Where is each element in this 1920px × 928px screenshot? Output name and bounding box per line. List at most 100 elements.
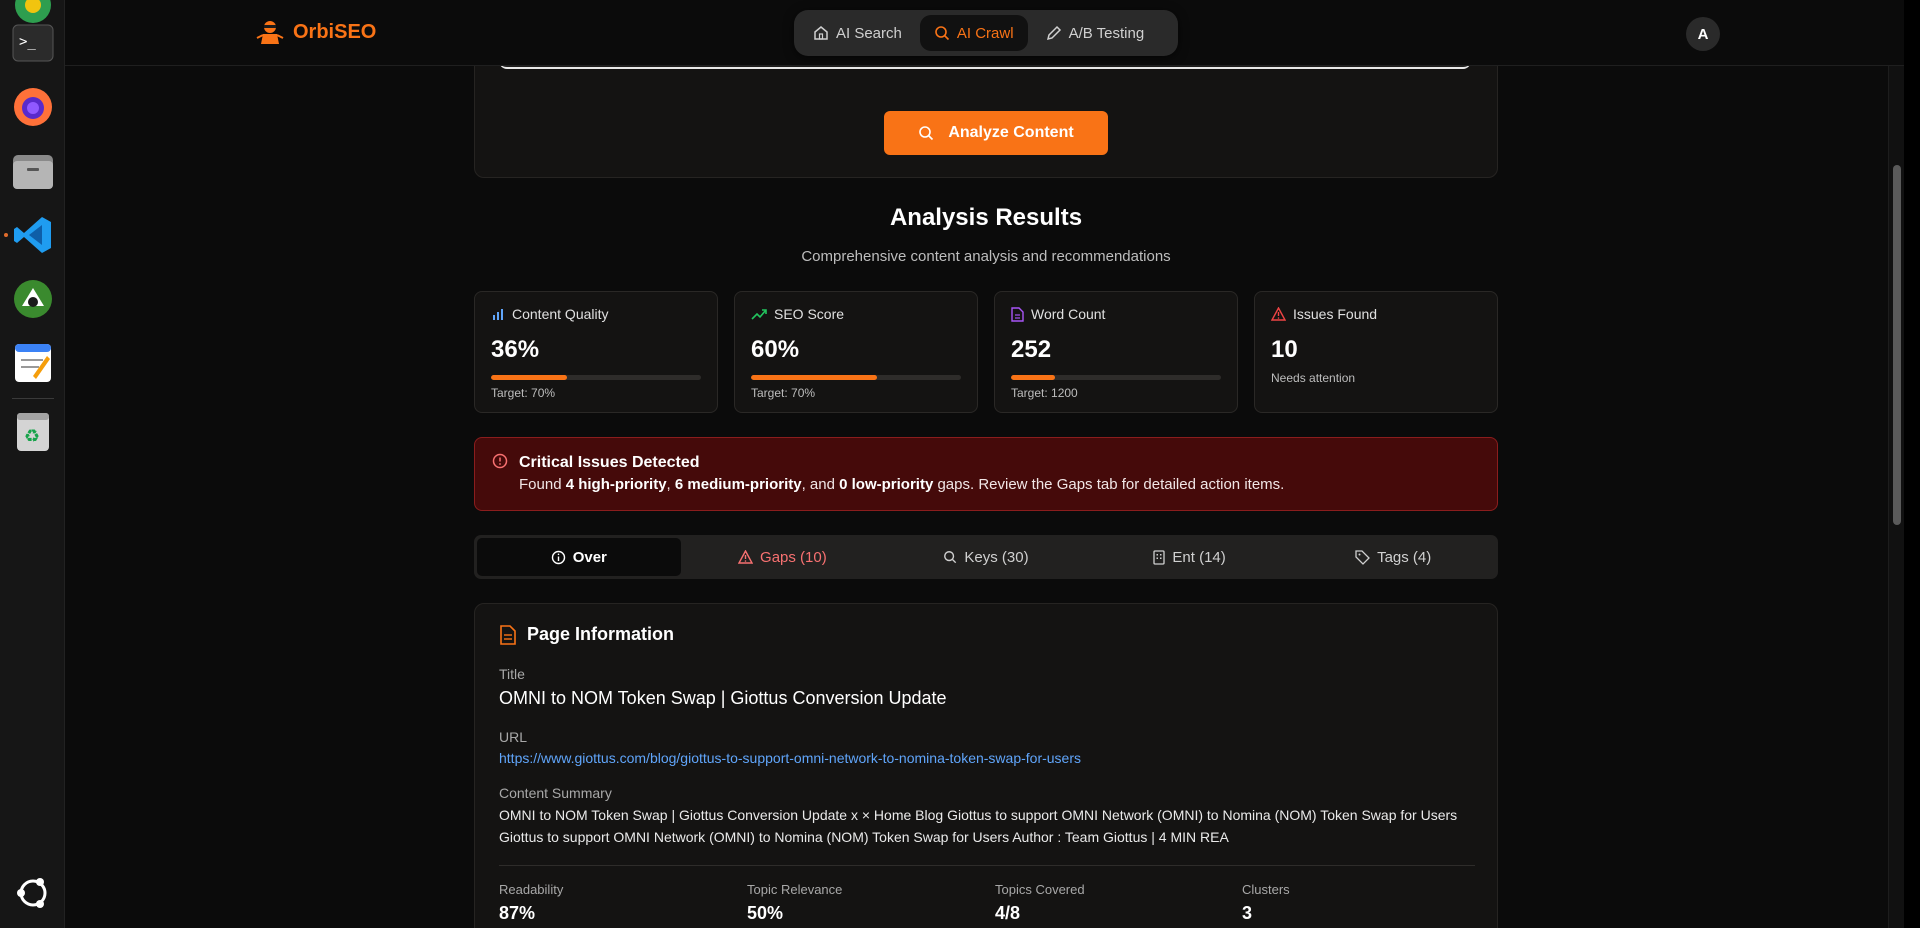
divider xyxy=(499,865,1475,866)
tab-tags[interactable]: Tags (4) xyxy=(1291,538,1495,576)
brand-name: OrbiSEO xyxy=(293,20,377,43)
alert-low-count: 0 low-priority xyxy=(839,476,934,493)
inkscape-icon[interactable] xyxy=(10,276,56,322)
page-scrollbar[interactable] xyxy=(1888,0,1904,928)
metric-topic-relevance: Topic Relevance 50% xyxy=(747,882,987,924)
files-icon[interactable] xyxy=(10,148,56,194)
stat-target: Target: 70% xyxy=(491,386,556,400)
stat-label: SEO Score xyxy=(774,306,845,322)
tab-overview[interactable]: Over xyxy=(477,538,681,576)
results-subtitle: Comprehensive content analysis and recom… xyxy=(801,248,1171,265)
nav-ai-crawl[interactable]: AI Crawl xyxy=(919,15,1028,51)
metric-label: Topics Covered xyxy=(995,882,1085,897)
results-title: Analysis Results xyxy=(889,204,1083,231)
search-icon xyxy=(919,126,934,141)
title-label: Title xyxy=(499,666,525,682)
tab-entities[interactable]: Ent (14) xyxy=(1088,538,1292,576)
alert-message: Found 4 high-priority, 6 medium-priority… xyxy=(519,476,1284,493)
svg-text:>_: >_ xyxy=(19,34,36,50)
page-information-card: Page Information Title OMNI to NOM Token… xyxy=(474,603,1498,928)
progress-bar xyxy=(751,375,961,380)
stat-value: 60% xyxy=(751,336,800,363)
search-icon xyxy=(944,551,957,564)
progress-fill xyxy=(1011,375,1056,380)
url-label: URL xyxy=(499,729,528,745)
metric-clusters: Clusters 3 xyxy=(1242,882,1482,924)
results-tabs: Over Gaps (10) Keys (30) Ent (14) Tags (… xyxy=(474,535,1498,579)
info-icon xyxy=(551,550,565,564)
metric-readability: Readability 87% xyxy=(499,882,739,924)
page-info-heading: Page Information xyxy=(527,624,675,644)
alert-title: Critical Issues Detected xyxy=(519,454,700,471)
bar-chart-icon xyxy=(493,309,503,320)
metric-value: 4/8 xyxy=(995,903,1021,923)
active-indicator xyxy=(4,233,8,237)
warning-icon xyxy=(738,550,754,564)
terminal-icon[interactable]: >_ xyxy=(10,20,56,66)
tag-icon xyxy=(1355,549,1370,565)
tab-keywords[interactable]: Keys (30) xyxy=(884,538,1088,576)
summary-label: Content Summary xyxy=(499,785,612,801)
content-summary: OMNI to NOM Token Swap | Giottus Convers… xyxy=(499,807,1458,845)
stat-label: Issues Found xyxy=(1293,306,1378,322)
nav-ai-search-label: AI Search xyxy=(836,24,902,42)
stat-value: 36% xyxy=(491,336,540,363)
warning-icon xyxy=(1271,307,1286,321)
document-icon xyxy=(500,624,516,645)
metric-value: 50% xyxy=(747,903,784,923)
document-icon xyxy=(1011,306,1024,322)
top-navbar: OrbiSEO AI Search AI Crawl A/B Testing A xyxy=(65,0,1904,66)
page-title-value: OMNI to NOM Token Swap | Giottus Convers… xyxy=(499,688,947,708)
analyze-content-button[interactable]: Analyze Content xyxy=(884,111,1108,155)
alert-text: , and xyxy=(801,476,840,493)
stat-card-word-count: Word Count 252 Target: 1200 xyxy=(994,291,1238,413)
scrollbar-thumb[interactable] xyxy=(1893,165,1901,525)
building-icon xyxy=(1153,549,1166,565)
nav-ab-testing[interactable]: A/B Testing xyxy=(1032,15,1159,51)
analyze-content-label: Analyze Content xyxy=(948,124,1074,141)
main-nav: AI Search AI Crawl A/B Testing xyxy=(794,10,1178,56)
page-url-link[interactable]: https://www.giottus.com/blog/giottus-to-… xyxy=(499,750,1081,766)
metric-topics-covered: Topics Covered 4/8 xyxy=(995,882,1235,924)
browser-viewport: OrbiSEO AI Search AI Crawl A/B Testing A… xyxy=(65,0,1904,928)
metric-label: Readability xyxy=(499,882,564,897)
app-dock: >_ ♻ xyxy=(0,0,65,928)
progress-bar xyxy=(1011,375,1221,380)
alert-text: gaps. Review the Gaps tab for detailed a… xyxy=(933,476,1285,493)
alert-circle-icon xyxy=(492,453,508,469)
home-icon xyxy=(814,26,828,40)
tab-label: Tags (4) xyxy=(1377,548,1432,566)
stat-target: Target: 70% xyxy=(751,386,816,400)
brand-logo[interactable]: OrbiSEO xyxy=(255,18,376,46)
stat-value: 252 xyxy=(1011,336,1052,363)
nav-ai-search[interactable]: AI Search xyxy=(799,15,916,51)
progress-bar xyxy=(491,375,701,380)
tab-label: Over xyxy=(572,548,607,566)
metric-label: Topic Relevance xyxy=(747,882,843,897)
text-editor-icon[interactable] xyxy=(10,340,56,386)
tab-gaps[interactable]: Gaps (10) xyxy=(681,538,885,576)
alert-medium-count: 6 medium-priority xyxy=(674,476,802,493)
firefox-icon[interactable] xyxy=(10,84,56,130)
stat-label: Content Quality xyxy=(512,306,609,322)
alert-text: , xyxy=(666,476,675,493)
progress-fill xyxy=(751,375,877,380)
stat-target: Target: 1200 xyxy=(1011,386,1078,400)
metric-value: 3 xyxy=(1242,903,1253,923)
trash-icon[interactable]: ♻ xyxy=(10,408,56,454)
tab-label: Ent (14) xyxy=(1172,548,1226,566)
metric-value: 87% xyxy=(499,903,536,923)
stat-card-seo-score: SEO Score 60% Target: 70% xyxy=(734,291,978,413)
trending-up-icon xyxy=(751,309,767,320)
progress-fill xyxy=(491,375,567,380)
user-avatar[interactable]: A xyxy=(1686,17,1720,51)
search-icon xyxy=(935,26,949,41)
pencil-icon xyxy=(1046,25,1061,41)
nav-ab-testing-label: A/B Testing xyxy=(1068,24,1145,42)
dock-separator xyxy=(12,398,54,399)
alert-high-count: 4 high-priority xyxy=(565,476,667,493)
critical-issues-alert: Critical Issues Detected Found 4 high-pr… xyxy=(474,437,1498,511)
ubuntu-apps-icon[interactable] xyxy=(10,870,56,916)
vscode-icon[interactable] xyxy=(10,212,56,258)
stat-card-content-quality: Content Quality 36% Target: 70% xyxy=(474,291,718,413)
